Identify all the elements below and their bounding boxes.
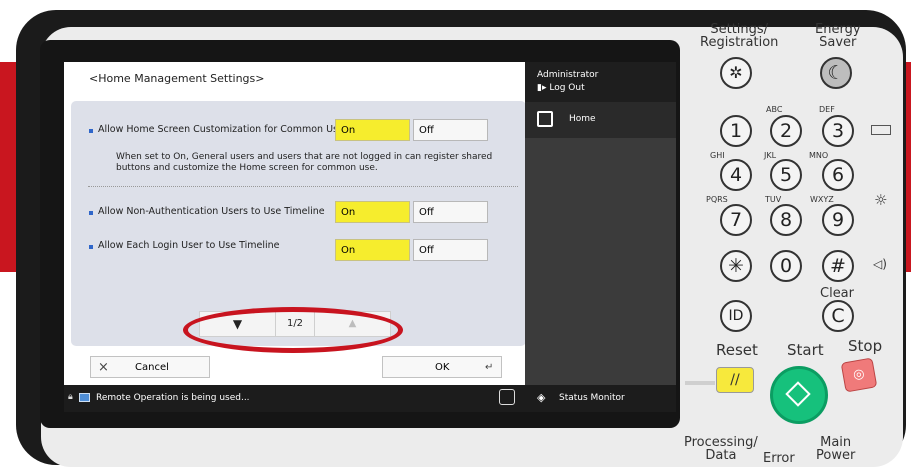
volume-icon[interactable]: ◁) xyxy=(873,257,887,271)
cancel-button[interactable]: × Cancel xyxy=(90,356,210,378)
asterisk-key[interactable]: ✳ xyxy=(720,250,752,282)
status-message: Remote Operation is being used... xyxy=(96,393,250,403)
key-8[interactable]: 8 xyxy=(770,204,802,236)
row-divider xyxy=(88,186,518,187)
sidebar: Administrator ▮▸ Log Out Home ◈ Status M… xyxy=(525,62,676,412)
highlight-ring xyxy=(183,307,403,353)
processing-data-label: Processing/ Data xyxy=(684,435,758,463)
clear-key[interactable]: C xyxy=(822,300,854,332)
reset-icon: // xyxy=(730,372,740,388)
lock-icon: 🔒︎ xyxy=(68,392,73,402)
touch-screen: <Home Management Settings> Allow Home Sc… xyxy=(64,62,676,412)
energy-saver-button[interactable]: ☾ xyxy=(820,57,852,89)
hash-key[interactable]: # xyxy=(822,250,854,282)
key-1[interactable]: 1 xyxy=(720,115,752,147)
energy-saver-label: Energy Saver xyxy=(815,22,861,50)
key-7[interactable]: 7 xyxy=(720,204,752,236)
home-customization-off-button[interactable]: Off xyxy=(413,119,488,141)
bullet-icon xyxy=(89,245,93,249)
counter-icon xyxy=(871,125,891,135)
setting-description: When set to On, General users and users … xyxy=(116,152,493,173)
key-4-letters: GHI xyxy=(710,151,725,160)
home-label: Home xyxy=(569,114,596,124)
settings-registration-label: Settings/ Registration xyxy=(700,22,779,50)
ok-label: OK xyxy=(435,362,450,373)
non-auth-timeline-on-button[interactable]: On xyxy=(335,201,410,223)
stop-label: Stop xyxy=(848,337,883,355)
home-icon xyxy=(537,111,553,127)
key-6[interactable]: 6 xyxy=(822,159,854,191)
setting-label-non-auth-timeline: Allow Non-Authentication Users to Use Ti… xyxy=(98,206,325,217)
clear-label: Clear xyxy=(820,286,854,301)
key-6-letters: MNO xyxy=(809,151,829,160)
network-status-icon[interactable] xyxy=(499,389,515,405)
settings-registration-button[interactable]: ✲ xyxy=(720,57,752,89)
logout-icon: ▮▸ xyxy=(537,83,550,93)
status-monitor-icon: ◈ xyxy=(537,391,546,404)
key-4[interactable]: 4 xyxy=(720,159,752,191)
status-monitor-label: Status Monitor xyxy=(559,393,625,403)
key-2[interactable]: 2 xyxy=(770,115,802,147)
key-8-letters: TUV xyxy=(765,195,782,204)
status-monitor-button[interactable]: ◈ Status Monitor xyxy=(525,385,676,412)
reset-label: Reset xyxy=(716,341,758,359)
main-power-label: Main Power xyxy=(816,435,856,463)
start-button[interactable] xyxy=(770,366,828,424)
ok-button[interactable]: OK ↵ xyxy=(382,356,502,378)
enter-icon: ↵ xyxy=(485,362,494,373)
moon-icon: ☾ xyxy=(827,62,845,84)
id-key[interactable]: ID xyxy=(720,300,752,332)
user-name: Administrator xyxy=(537,70,599,80)
panel-groove xyxy=(685,381,715,385)
login-user-timeline-off-button[interactable]: Off xyxy=(413,239,488,261)
key-0[interactable]: 0 xyxy=(770,250,802,282)
brightness-icon[interactable]: ☼ xyxy=(874,191,887,209)
login-user-timeline-on-button[interactable]: On xyxy=(335,239,410,261)
close-icon: × xyxy=(98,360,109,375)
key-9-letters: WXYZ xyxy=(810,195,834,204)
bullet-icon xyxy=(89,129,93,133)
key-2-letters: ABC xyxy=(766,105,783,114)
logout-button[interactable]: ▮▸ Log Out xyxy=(537,83,585,93)
key-9[interactable]: 9 xyxy=(822,204,854,236)
stop-button[interactable]: ◎ xyxy=(840,357,878,393)
page-title: <Home Management Settings> xyxy=(89,72,265,85)
status-bar: 🔒︎ Remote Operation is being used... xyxy=(64,385,525,412)
home-customization-on-button[interactable]: On xyxy=(335,119,410,141)
logout-label: Log Out xyxy=(549,83,585,93)
key-7-letters: PQRS xyxy=(706,195,728,204)
remote-operation-icon xyxy=(79,393,90,402)
cancel-label: Cancel xyxy=(135,362,169,373)
user-area: Administrator ▮▸ Log Out xyxy=(525,62,676,102)
key-5[interactable]: 5 xyxy=(770,159,802,191)
key-5-letters: JKL xyxy=(764,151,777,160)
setting-label-login-user-timeline: Allow Each Login User to Use Timeline xyxy=(98,240,280,251)
start-icon xyxy=(785,381,811,407)
non-auth-timeline-off-button[interactable]: Off xyxy=(413,201,488,223)
reset-button[interactable]: // xyxy=(716,367,754,393)
key-3-letters: DEF xyxy=(819,105,835,114)
setting-label-home-customization: Allow Home Screen Customization for Comm… xyxy=(98,124,344,135)
home-button[interactable]: Home xyxy=(525,102,676,138)
key-3[interactable]: 3 xyxy=(822,115,854,147)
bullet-icon xyxy=(89,211,93,215)
stop-icon: ◎ xyxy=(852,366,866,383)
error-label: Error xyxy=(763,451,795,466)
start-label: Start xyxy=(787,341,824,359)
